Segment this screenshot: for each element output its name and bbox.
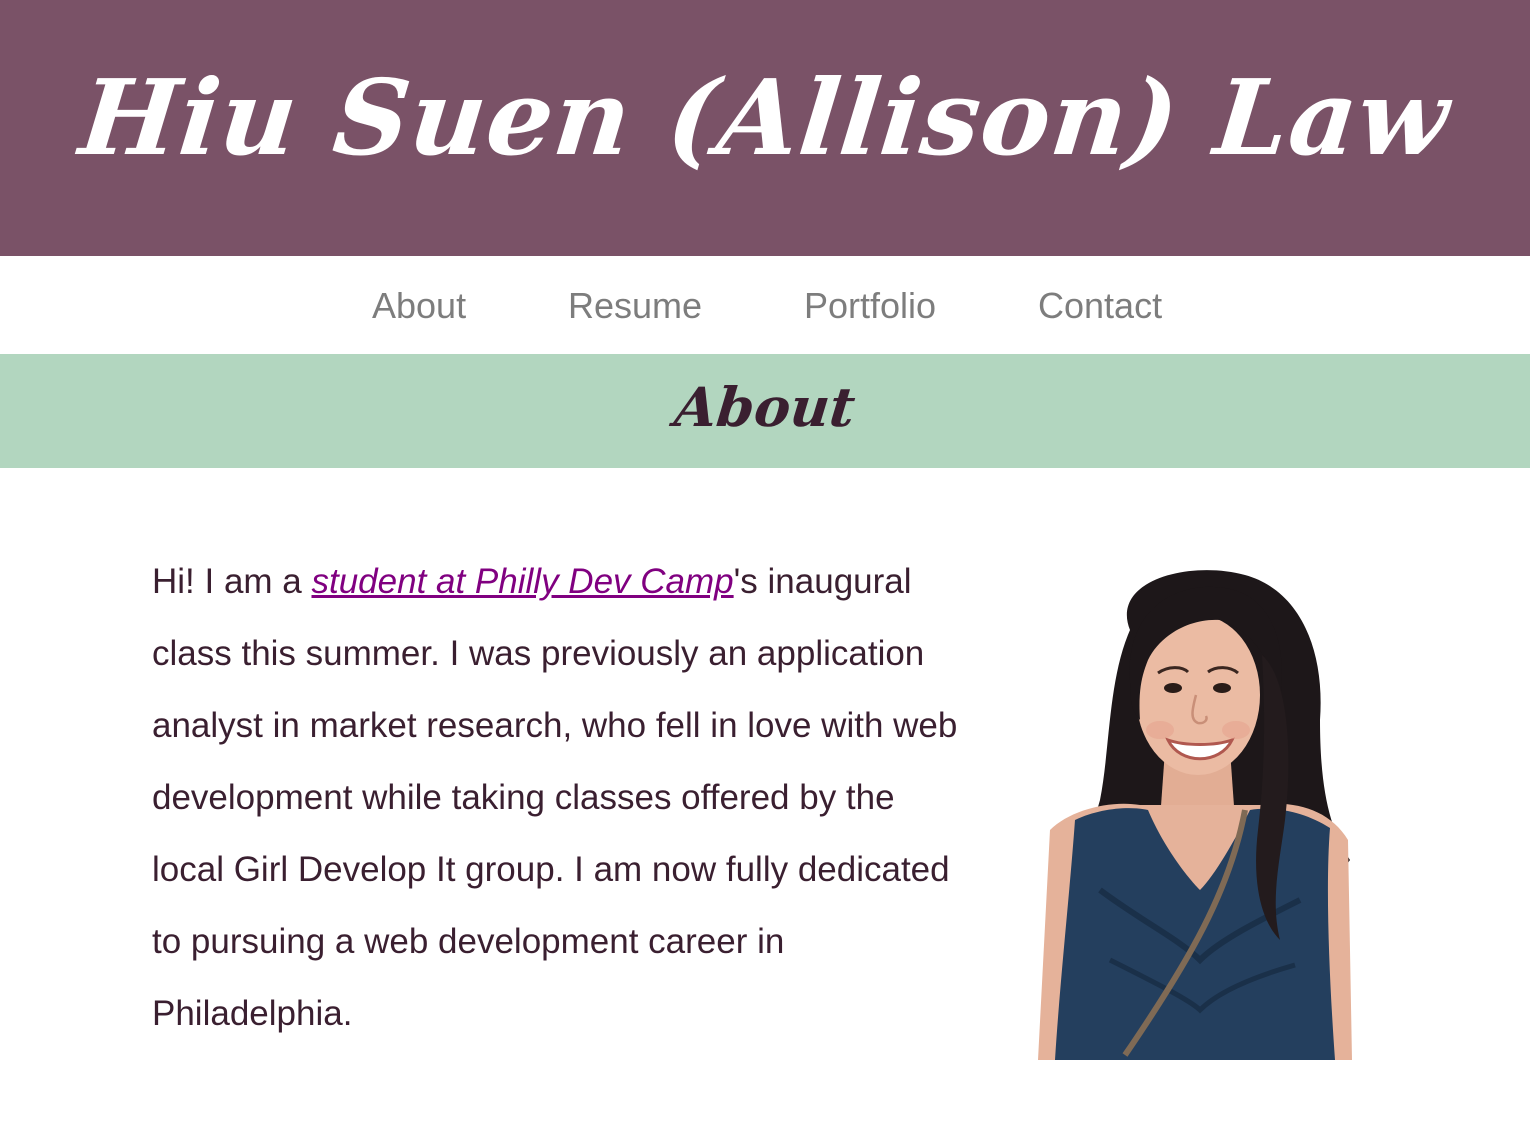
site-header: Hiu Suen (Allison) Law <box>0 0 1530 256</box>
about-section-header: About <box>0 354 1530 468</box>
portrait-photo <box>1038 570 1352 1060</box>
nav-link-portfolio[interactable]: Portfolio <box>804 286 936 326</box>
site-title: Hiu Suen (Allison) Law <box>74 56 1456 179</box>
main-nav: About Resume Portfolio Contact <box>0 256 1530 354</box>
about-paragraph: Hi! I am a student at Philly Dev Camp's … <box>152 546 972 1050</box>
section-title: About <box>671 375 859 439</box>
philly-dev-camp-link[interactable]: student at Philly Dev Camp <box>311 562 733 601</box>
nav-link-resume[interactable]: Resume <box>568 286 702 326</box>
nav-link-contact[interactable]: Contact <box>1038 286 1162 326</box>
about-text-intro: Hi! I am a <box>152 562 312 601</box>
nav-link-about[interactable]: About <box>372 286 466 326</box>
about-text-body: 's inaugural class this summer. I was pr… <box>152 562 958 1033</box>
